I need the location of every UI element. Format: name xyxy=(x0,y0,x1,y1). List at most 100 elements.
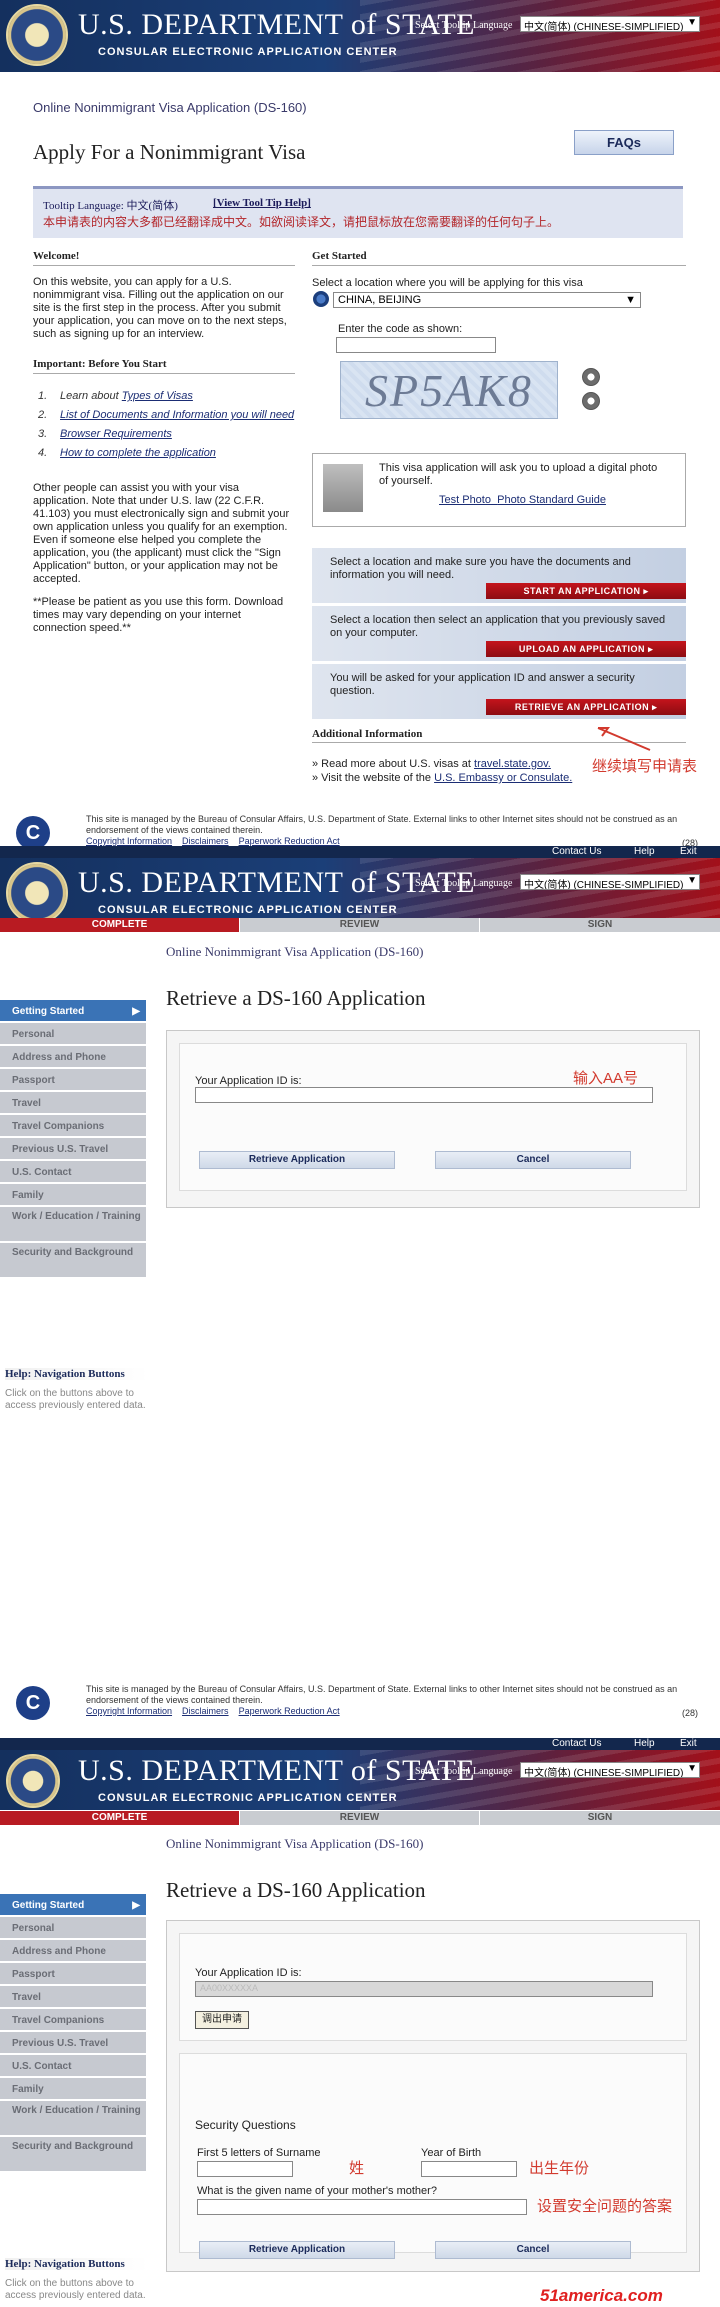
sidebar-item-us-contact[interactable]: U.S. Contact xyxy=(0,2055,146,2078)
help-text: Click on the buttons above to access pre… xyxy=(5,2278,146,2301)
paperwork-link[interactable]: Paperwork Reduction Act xyxy=(239,1706,340,1716)
tooltip-language-label: Select Tooltip Language xyxy=(415,1766,513,1777)
how-to-complete-link[interactable]: How to complete the application xyxy=(60,447,216,459)
copyright-link[interactable]: Copyright Information xyxy=(86,836,172,846)
types-of-visas-link[interactable]: Types of Visas xyxy=(122,390,193,402)
retrieve-application-button[interactable]: RETRIEVE AN APPLICATION ▸ xyxy=(486,699,686,715)
start-text: Select a location and make sure you have… xyxy=(330,556,631,581)
sidebar-item-companions[interactable]: Travel Companions xyxy=(0,2009,146,2032)
tooltip-language-select[interactable]: 中文(简体) (CHINESE-SIMPLIFIED) ▼ xyxy=(520,1762,700,1778)
test-photo-link[interactable]: Test Photo xyxy=(439,494,491,506)
birth-year-label: Year of Birth xyxy=(421,2147,482,2159)
app-id-label: Your Application ID is: xyxy=(195,1967,302,1979)
exit-link[interactable]: Exit xyxy=(680,846,697,857)
sidebar-item-us-contact[interactable]: U.S. Contact xyxy=(0,1161,146,1184)
tooltip-language-select[interactable]: 中文(简体) (CHINESE-SIMPLIFIED) ▼ xyxy=(520,874,700,890)
documents-list-link[interactable]: List of Documents and Information you wi… xyxy=(60,409,294,421)
progress-sign: SIGN xyxy=(587,919,613,930)
help-link[interactable]: Help xyxy=(634,1738,655,1749)
consular-logo: C xyxy=(16,816,50,850)
cancel-button[interactable]: Cancel xyxy=(435,1151,631,1169)
important-heading: Important: Before You Start xyxy=(33,358,295,374)
upload-application-button[interactable]: UPLOAD AN APPLICATION ▸ xyxy=(486,641,686,657)
birth-year-input[interactable] xyxy=(421,2161,517,2177)
browser-requirements-link[interactable]: Browser Requirements xyxy=(60,428,172,440)
header-banner: U.S. DEPARTMENT of STATE CONSULAR ELECTR… xyxy=(0,1750,720,1810)
tooltip-language-box: Tooltip Language: 中文(简体) [View Tool Tip … xyxy=(33,186,683,238)
code-label: Enter the code as shown: xyxy=(338,323,463,335)
refresh-captcha-icon[interactable] xyxy=(582,368,600,386)
retrieve-callout-button[interactable]: 调出申请 xyxy=(195,2011,249,2029)
upload-text: Select a location then select an applica… xyxy=(330,614,666,639)
sidebar-item-work[interactable]: Work / Education / Training xyxy=(0,2101,146,2137)
state-seal-logo xyxy=(6,4,68,66)
sidebar-item-security[interactable]: Security and Background xyxy=(0,2137,146,2173)
surname-input[interactable] xyxy=(197,2161,293,2177)
captcha-input[interactable] xyxy=(336,337,496,353)
sidebar-item-work[interactable]: Work / Education / Training xyxy=(0,1207,146,1243)
location-select[interactable]: CHINA, BEIJING ▼ xyxy=(333,292,641,308)
help-box: Help: Navigation Buttons Click on the bu… xyxy=(0,1368,148,1412)
list-item: 1. Learn about Types of Visas xyxy=(38,390,193,402)
faqs-button[interactable]: FAQs xyxy=(574,130,674,155)
start-application-button[interactable]: START AN APPLICATION ▸ xyxy=(486,583,686,599)
sidebar-item-personal[interactable]: Personal xyxy=(0,1023,146,1046)
travel-state-gov-link[interactable]: travel.state.gov. xyxy=(474,758,551,770)
copyright-link[interactable]: Copyright Information xyxy=(86,1706,172,1716)
contact-us-link[interactable]: Contact Us xyxy=(552,846,601,857)
sidebar-item-companions[interactable]: Travel Companions xyxy=(0,1115,146,1138)
footer-text: This site is managed by the Bureau of Co… xyxy=(86,814,678,835)
disclaimers-link[interactable]: Disclaimers xyxy=(182,836,229,846)
retrieve-panel: You will be asked for your application I… xyxy=(312,664,686,720)
retrieve-application-button[interactable]: Retrieve Application xyxy=(199,1151,395,1169)
sidebar-item-address[interactable]: Address and Phone xyxy=(0,1940,146,1963)
page-title: Retrieve a DS-160 Application xyxy=(166,986,426,1010)
chevron-down-icon: ▼ xyxy=(687,17,697,28)
retrieve-form: Your Application ID is: 输入AA号 Retrieve A… xyxy=(166,1030,700,1208)
sidebar-item-personal[interactable]: Personal xyxy=(0,1917,146,1940)
sidebar-item-security[interactable]: Security and Background xyxy=(0,1243,146,1279)
sidebar-item-family[interactable]: Family xyxy=(0,2078,146,2101)
photo-info-box: This visa application will ask you to up… xyxy=(312,453,686,527)
tooltip-language-select[interactable]: 中文(简体) (CHINESE-SIMPLIFIED) ▼ xyxy=(520,16,700,32)
tooltip-language-label: Select Tooltip Language xyxy=(415,20,513,31)
sidebar-item-getting-started[interactable]: Getting Started ▶ xyxy=(0,1000,146,1023)
site-watermark: 51america.com xyxy=(540,2286,663,2305)
audio-captcha-icon[interactable] xyxy=(582,392,600,410)
embassy-link[interactable]: U.S. Embassy or Consulate. xyxy=(434,772,572,784)
assist-text: Other people can assist you with your vi… xyxy=(33,482,290,585)
retrieve-application-button[interactable]: Retrieve Application xyxy=(199,2241,395,2259)
sidebar-item-family[interactable]: Family xyxy=(0,1184,146,1207)
photo-guide-link[interactable]: Photo Standard Guide xyxy=(497,494,606,506)
help-link[interactable]: Help xyxy=(634,846,655,857)
sidebar-item-getting-started[interactable]: Getting Started ▶ xyxy=(0,1894,146,1917)
sidebar-item-travel[interactable]: Travel xyxy=(0,1092,146,1115)
sidebar-item-previous-travel[interactable]: Previous U.S. Travel xyxy=(0,1138,146,1161)
progress-complete: COMPLETE xyxy=(0,918,240,932)
cancel-button[interactable]: Cancel xyxy=(435,2241,631,2259)
captcha-image: SP5AK8 xyxy=(340,361,558,419)
mother-answer-input[interactable] xyxy=(197,2199,527,2215)
sidebar-item-passport[interactable]: Passport xyxy=(0,1963,146,1986)
view-tooltip-help-link[interactable]: [View Tool Tip Help] xyxy=(213,197,311,209)
progress-review: REVIEW xyxy=(240,918,480,932)
sidebar-item-previous-travel[interactable]: Previous U.S. Travel xyxy=(0,2032,146,2055)
globe-icon xyxy=(313,291,329,307)
header-subtitle: CONSULAR ELECTRONIC APPLICATION CENTER xyxy=(98,904,398,916)
footer: C This site is managed by the Bureau of … xyxy=(0,1680,720,1728)
chevron-down-icon: ▼ xyxy=(687,1763,697,1774)
sidebar-item-passport[interactable]: Passport xyxy=(0,1069,146,1092)
exit-link[interactable]: Exit xyxy=(680,1738,697,1749)
sidebar-item-travel[interactable]: Travel xyxy=(0,1986,146,2009)
paperwork-link[interactable]: Paperwork Reduction Act xyxy=(239,836,340,846)
disclaimers-link[interactable]: Disclaimers xyxy=(182,1706,229,1716)
retrieve-form: Your Application ID is: AA00XXXXXA 调出申请 … xyxy=(166,1920,700,2272)
footer-number: (28) xyxy=(681,1708,698,1718)
app-id-input[interactable] xyxy=(195,1087,653,1103)
security-heading: Security Questions xyxy=(195,2118,296,2132)
tooltip-language-text: Tooltip Language: 中文(简体) xyxy=(43,200,178,212)
person-photo-icon xyxy=(323,464,363,512)
contact-us-link[interactable]: Contact Us xyxy=(552,1738,601,1749)
sidebar-item-address[interactable]: Address and Phone xyxy=(0,1046,146,1069)
progress-bar: COMPLETE REVIEW SIGN xyxy=(0,1811,720,1825)
